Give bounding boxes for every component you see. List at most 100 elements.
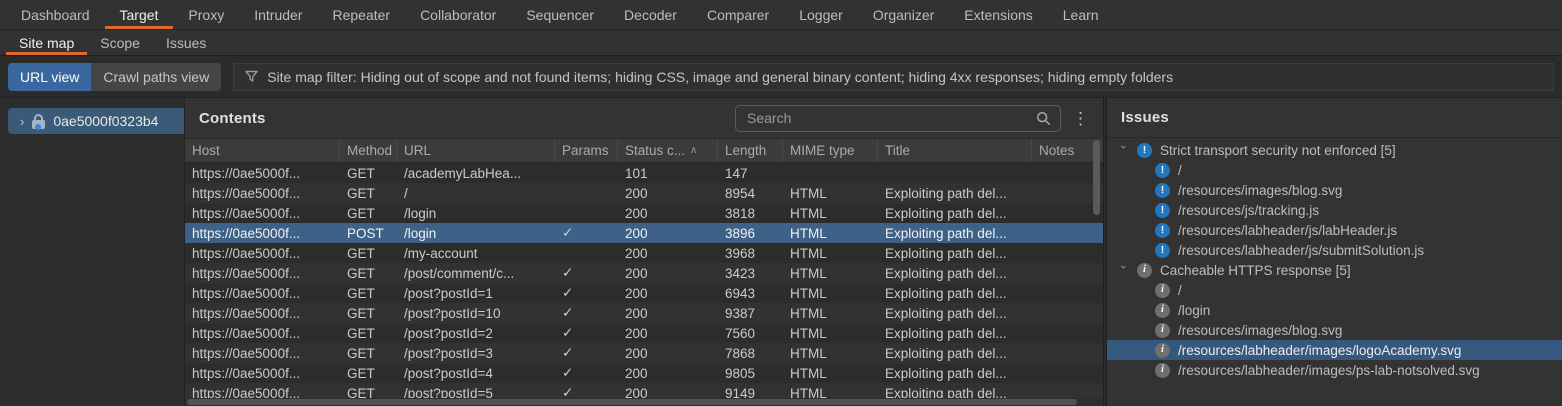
tab-collaborator[interactable]: Collaborator <box>405 0 511 29</box>
chevron-down-icon[interactable]: › <box>1117 265 1131 275</box>
table-row[interactable]: https://0ae5000f...GET/login2003818HTMLE… <box>185 203 1103 223</box>
subtab-site-map[interactable]: Site map <box>6 30 87 55</box>
cell-url: /my-account <box>397 246 555 261</box>
severity-info-icon: i <box>1155 363 1170 378</box>
issue-item-row[interactable]: i/ <box>1107 280 1562 300</box>
cell-title: Exploiting path del... <box>878 346 1032 361</box>
cell-mime: HTML <box>783 186 878 201</box>
table-row[interactable]: https://0ae5000f...POST/login✓2003896HTM… <box>185 223 1103 243</box>
tab-decoder[interactable]: Decoder <box>609 0 692 29</box>
url-view-button[interactable]: URL view <box>8 63 91 91</box>
cell-length: 147 <box>718 166 783 181</box>
search-icon[interactable] <box>1036 111 1051 126</box>
cell-url: /post?postId=1 <box>397 286 555 301</box>
cell-mime: HTML <box>783 346 878 361</box>
cell-mime: HTML <box>783 246 878 261</box>
column-header-title[interactable]: Title <box>878 139 1032 162</box>
horizontal-scrollbar-track[interactable] <box>185 398 1103 406</box>
cell-method: GET <box>340 266 397 281</box>
column-header-length[interactable]: Length <box>718 139 783 162</box>
crawl-paths-view-button[interactable]: Crawl paths view <box>91 63 221 91</box>
tab-extensions[interactable]: Extensions <box>949 0 1047 29</box>
table-row[interactable]: https://0ae5000f...GET/2008954HTMLExploi… <box>185 183 1103 203</box>
column-header-mime-type[interactable]: MIME type <box>783 139 878 162</box>
tab-sequencer[interactable]: Sequencer <box>511 0 609 29</box>
tab-intruder[interactable]: Intruder <box>239 0 317 29</box>
horizontal-scrollbar[interactable] <box>187 399 1077 405</box>
cell-host: https://0ae5000f... <box>185 166 340 181</box>
table-row[interactable]: https://0ae5000f...GET/post?postId=3✓200… <box>185 343 1103 363</box>
tab-comparer[interactable]: Comparer <box>692 0 784 29</box>
cell-host: https://0ae5000f... <box>185 186 340 201</box>
cell-url: /post?postId=2 <box>397 326 555 341</box>
cell-method: GET <box>340 246 397 261</box>
issue-item-row[interactable]: ! /resources/images/blog.svg <box>1107 180 1562 200</box>
issue-group-label: Strict transport security not enforced [… <box>1160 143 1396 158</box>
cell-method: POST <box>340 226 397 241</box>
vertical-scrollbar[interactable] <box>1093 140 1100 215</box>
cell-status: 200 <box>618 186 718 201</box>
issue-item-row[interactable]: i/resources/images/blog.svg <box>1107 320 1562 340</box>
severity-alert-icon: ! <box>1155 243 1170 258</box>
issue-item-row[interactable]: !/resources/js/tracking.js <box>1107 200 1562 220</box>
column-header-params[interactable]: Params <box>555 139 618 162</box>
column-header-url[interactable]: URL <box>397 139 555 162</box>
tab-organizer[interactable]: Organizer <box>858 0 949 29</box>
issue-group-row[interactable]: ›!Strict transport security not enforced… <box>1107 140 1562 160</box>
subtab-scope[interactable]: Scope <box>87 30 153 55</box>
issue-item-row[interactable]: i/login <box>1107 300 1562 320</box>
tab-dashboard[interactable]: Dashboard <box>6 0 105 29</box>
search-box[interactable] <box>735 105 1061 132</box>
issue-item-row[interactable]: !/ <box>1107 160 1562 180</box>
chevron-down-icon[interactable]: › <box>1117 145 1131 155</box>
sitemap-filter-bar[interactable]: Site map filter: Hiding out of scope and… <box>233 63 1554 91</box>
table-header-row: HostMethodURLParamsStatus c...∧LengthMIM… <box>185 138 1103 163</box>
table-row[interactable]: https://0ae5000f...GET/post?postId=2✓200… <box>185 323 1103 343</box>
cell-title: Exploiting path del... <box>878 266 1032 281</box>
main-content: › 0ae5000f0323b4 Contents ⋮ HostMethodUR <box>0 98 1562 406</box>
cell-mime: HTML <box>783 226 878 241</box>
table-row[interactable]: https://0ae5000f...GET/post?postId=1✓200… <box>185 283 1103 303</box>
tab-repeater[interactable]: Repeater <box>317 0 405 29</box>
column-header-status-c[interactable]: Status c...∧ <box>618 139 718 162</box>
chevron-right-icon[interactable]: › <box>20 114 24 129</box>
cell-length: 3423 <box>718 266 783 281</box>
tab-proxy[interactable]: Proxy <box>173 0 239 29</box>
issue-group-row[interactable]: ›iCacheable HTTPS response [5] <box>1107 260 1562 280</box>
tab-learn[interactable]: Learn <box>1048 0 1114 29</box>
tab-target[interactable]: Target <box>105 0 174 29</box>
issue-item-row[interactable]: !/resources/labheader/js/submitSolution.… <box>1107 240 1562 260</box>
cell-length: 9805 <box>718 366 783 381</box>
kebab-menu-icon[interactable]: ⋮ <box>1072 110 1089 127</box>
issue-item-row[interactable]: !/resources/labheader/js/labHeader.js <box>1107 220 1562 240</box>
severity-info-icon: i <box>1155 343 1170 358</box>
cell-url: /academyLabHea... <box>397 166 555 181</box>
issue-item-row[interactable]: i/resources/labheader/images/logoAcademy… <box>1107 340 1562 360</box>
table-row[interactable]: https://0ae5000f...GET/my-account2003968… <box>185 243 1103 263</box>
sitemap-tree-node[interactable]: › 0ae5000f0323b4 <box>8 108 185 134</box>
column-header-method[interactable]: Method <box>340 139 397 162</box>
cell-length: 3896 <box>718 226 783 241</box>
cell-params: ✓ <box>555 345 618 361</box>
cell-mime: HTML <box>783 266 878 281</box>
subtab-issues[interactable]: Issues <box>153 30 219 55</box>
cell-length: 7868 <box>718 346 783 361</box>
tab-logger[interactable]: Logger <box>784 0 858 29</box>
cell-status: 200 <box>618 226 718 241</box>
search-input[interactable] <box>745 109 1030 127</box>
severity-alert-icon: ! <box>1155 203 1170 218</box>
table-row[interactable]: https://0ae5000f...GET/post?postId=10✓20… <box>185 303 1103 323</box>
column-header-host[interactable]: Host <box>185 139 340 162</box>
table-row[interactable]: https://0ae5000f...GET/post?postId=4✓200… <box>185 363 1103 383</box>
issues-title: Issues <box>1121 109 1169 126</box>
issue-item-row[interactable]: i/resources/labheader/images/ps-lab-nots… <box>1107 360 1562 380</box>
cell-method: GET <box>340 186 397 201</box>
table-row[interactable]: https://0ae5000f...GET/post/comment/c...… <box>185 263 1103 283</box>
cell-length: 7560 <box>718 326 783 341</box>
cell-length: 3968 <box>718 246 783 261</box>
table-row[interactable]: https://0ae5000f...GET/academyLabHea...1… <box>185 163 1103 183</box>
severity-alert-icon: ! <box>1155 183 1170 198</box>
issue-item-label: /resources/images/blog.svg <box>1178 183 1342 198</box>
cell-length: 3818 <box>718 206 783 221</box>
cell-status: 200 <box>618 286 718 301</box>
